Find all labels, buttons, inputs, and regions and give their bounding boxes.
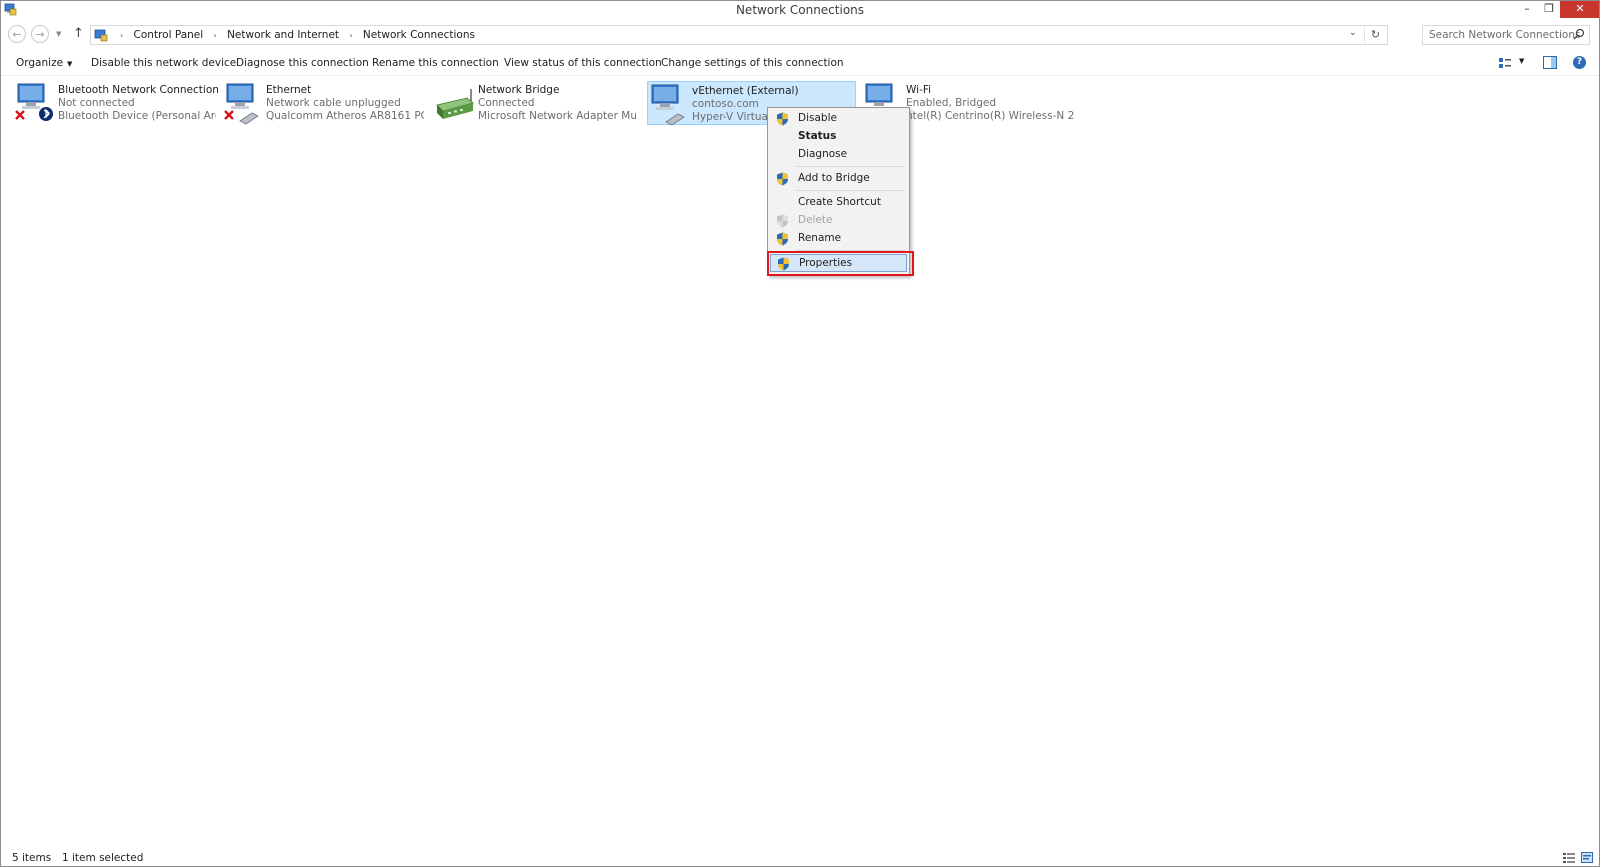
maximize-button[interactable]: ❐	[1538, 1, 1560, 18]
back-button[interactable]: ←	[8, 25, 26, 43]
connection-item-ethernet[interactable]: Ethernet Network cable unplugged Qualcom…	[222, 81, 427, 125]
search-icon[interactable]	[1573, 28, 1585, 40]
connection-status: Connected	[478, 97, 535, 109]
navigation-bar: ← → ▼ ↑ › Control Panel › Network and In…	[1, 23, 1599, 47]
command-bar: Organize ▼ Disable this network device Di…	[1, 51, 1599, 76]
organize-label: Organize	[16, 57, 64, 69]
connection-status: contoso.com	[692, 98, 759, 110]
uac-shield-icon	[777, 232, 788, 246]
breadcrumb: › Control Panel › Network and Internet ›…	[113, 29, 475, 41]
connection-status: Not connected	[58, 97, 135, 109]
window-title: Network Connections	[735, 3, 865, 17]
connection-name: vEthernet (External)	[692, 85, 799, 97]
menu-item-diagnose[interactable]: Diagnose	[770, 146, 907, 164]
view-options-dropdown[interactable]: ▼	[1519, 57, 1524, 65]
breadcrumb-network-and-internet[interactable]: Network and Internet	[227, 29, 339, 41]
minimize-button[interactable]: –	[1516, 1, 1538, 18]
breadcrumb-network-connections[interactable]: Network Connections	[363, 29, 475, 41]
connection-name: Network Bridge	[478, 84, 560, 96]
breadcrumb-separator[interactable]: ›	[214, 31, 217, 40]
network-connections-window: Network Connections – ❐ ✕ ← → ▼ ↑ › Cont…	[0, 0, 1600, 867]
breadcrumb-control-panel[interactable]: Control Panel	[134, 29, 204, 41]
menu-item-add-to-bridge[interactable]: Add to Bridge	[770, 170, 907, 188]
menu-item-label: Rename	[798, 232, 842, 244]
uac-shield-icon	[777, 214, 788, 228]
connection-item-bluetooth[interactable]: Bluetooth Network Connection Not connect…	[14, 81, 219, 125]
breadcrumb-separator[interactable]: ›	[349, 31, 352, 40]
menu-separator	[796, 190, 905, 191]
tiles-view-icon[interactable]	[1581, 852, 1593, 863]
rename-connection-button[interactable]: Rename this connection	[372, 57, 499, 69]
organize-menu[interactable]: Organize ▼	[16, 57, 72, 69]
forward-button[interactable]: →	[31, 25, 49, 43]
control-panel-icon	[94, 29, 108, 42]
change-view-icon[interactable]	[1498, 57, 1512, 69]
connection-device: Hyper-V Virtual E	[692, 111, 772, 123]
diagnose-connection-button[interactable]: Diagnose this connection	[236, 57, 369, 69]
item-count: 5 items	[12, 852, 52, 864]
connection-status: Network cable unplugged	[266, 97, 401, 109]
title-bar: Network Connections – ❐ ✕	[1, 1, 1599, 20]
search-box[interactable]: Search Network Connections	[1422, 25, 1590, 45]
network-bridge-icon	[436, 89, 474, 119]
menu-item-delete: Delete	[770, 212, 907, 230]
address-bar[interactable]: › Control Panel › Network and Internet ›…	[90, 25, 1388, 45]
close-button[interactable]: ✕	[1560, 1, 1599, 18]
view-status-button[interactable]: View status of this connection	[504, 57, 662, 69]
connection-device: Microsoft Network Adapter Multi...	[478, 110, 636, 122]
search-input[interactable]: Search Network Connections	[1429, 29, 1580, 41]
refresh-button[interactable]: ↻	[1364, 26, 1386, 44]
menu-item-create-shortcut[interactable]: Create Shortcut	[770, 194, 907, 212]
menu-item-label: Add to Bridge	[798, 172, 870, 184]
bluetooth-network-adapter-icon	[15, 83, 53, 121]
ethernet-adapter-icon	[224, 83, 259, 125]
breadcrumb-separator: ›	[120, 31, 124, 40]
menu-item-label: Delete	[798, 214, 833, 226]
connection-item-network-bridge[interactable]: Network Bridge Connected Microsoft Netwo…	[434, 81, 639, 125]
status-bar: 5 items 1 item selected	[1, 849, 1599, 866]
properties-highlight-box	[767, 251, 914, 276]
menu-item-rename[interactable]: Rename	[770, 230, 907, 248]
connection-device: ntel(R) Centrino(R) Wireless-N 22...	[906, 110, 1074, 122]
connection-name: Bluetooth Network Connection	[58, 84, 219, 96]
connection-name: Wi-Fi	[906, 84, 932, 96]
address-history-dropdown[interactable]: ⌄	[1349, 28, 1357, 38]
connection-status: Enabled, Bridged	[906, 97, 996, 109]
chevron-down-icon: ▼	[67, 60, 73, 68]
uac-shield-icon	[777, 172, 788, 186]
details-view-icon[interactable]	[1563, 852, 1575, 863]
uac-shield-icon	[777, 112, 788, 126]
recent-locations-button[interactable]: ▼	[56, 30, 61, 38]
connection-device: Qualcomm Atheros AR8161 PCI-E...	[266, 110, 424, 122]
preview-pane-icon[interactable]	[1543, 56, 1557, 69]
up-button[interactable]: ↑	[73, 26, 84, 41]
menu-separator	[796, 166, 905, 167]
menu-item-label: Disable	[798, 112, 837, 124]
connection-name: Ethernet	[266, 84, 312, 96]
menu-item-disable[interactable]: Disable	[770, 110, 907, 128]
hyper-v-virtual-ethernet-icon	[651, 84, 685, 126]
disable-device-button[interactable]: Disable this network device	[91, 57, 236, 69]
selection-count: 1 item selected	[62, 852, 144, 864]
change-settings-button[interactable]: Change settings of this connection	[661, 57, 844, 69]
menu-item-status[interactable]: Status	[770, 128, 907, 146]
connection-device: Bluetooth Device (Personal Area ...	[58, 110, 216, 122]
help-icon[interactable]: ?	[1573, 56, 1586, 69]
